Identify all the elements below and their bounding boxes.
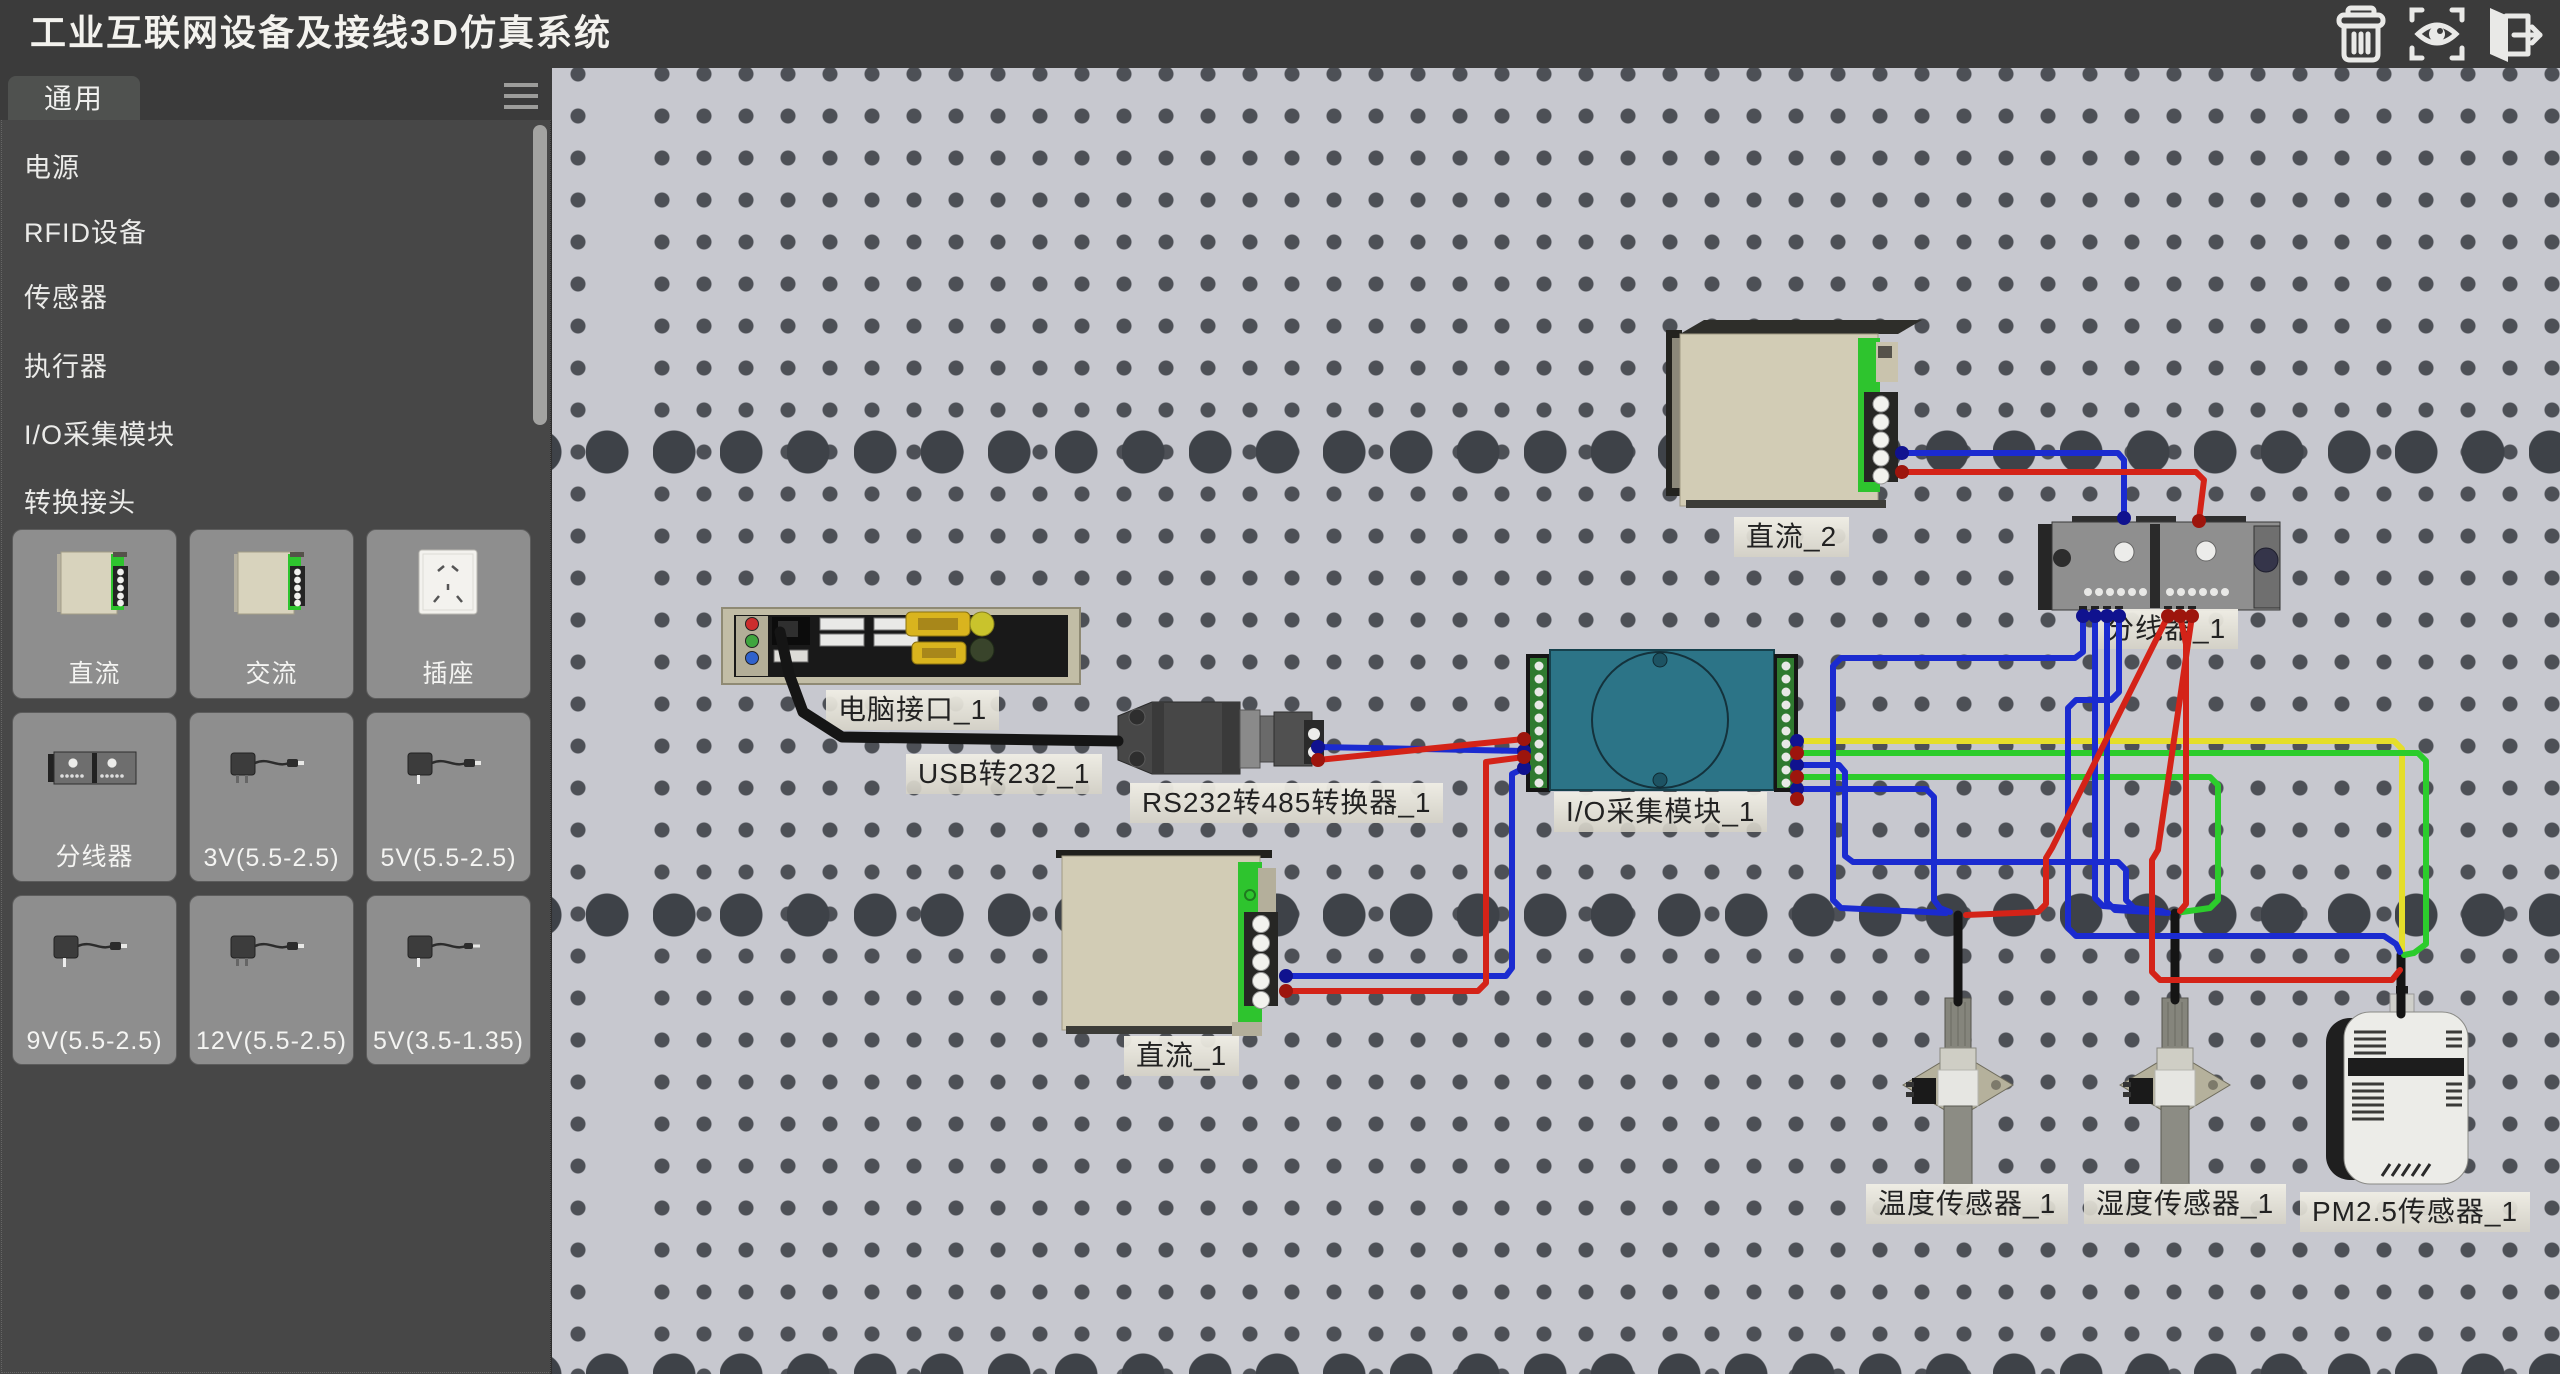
device-label: 温度传感器_1	[1866, 1184, 2068, 1224]
power-adapter-thumbnail	[217, 910, 327, 1000]
device-io-module[interactable]	[1526, 650, 1798, 792]
preview-icon	[2406, 4, 2468, 64]
dc-module-thumbnail	[40, 544, 150, 634]
sidebar-item-io[interactable]: I/O采集模块	[0, 403, 544, 467]
tile-label: 5V(3.5-1.35)	[367, 1027, 530, 1056]
tile-label: 插座	[367, 654, 530, 690]
tile-label: 直流	[13, 654, 176, 690]
tile-adapter-5v-135[interactable]: 5V(3.5-1.35)	[366, 895, 531, 1065]
preview-button[interactable]	[2406, 4, 2468, 64]
tile-label: 分线器	[13, 837, 176, 873]
tile-label: 9V(5.5-2.5)	[13, 1027, 176, 1056]
tile-label: 交流	[190, 654, 353, 690]
tile-dc[interactable]: 直流	[12, 529, 177, 699]
power-adapter-thumbnail	[217, 727, 327, 817]
panel-header: 通用	[0, 68, 552, 120]
tile-label: 3V(5.5-2.5)	[190, 844, 353, 873]
device-pm25-sensor[interactable]	[2326, 986, 2468, 1184]
sidebar-item-adapter[interactable]: 转换接头	[0, 471, 544, 535]
sidebar-scrollbar[interactable]	[533, 125, 547, 425]
tab-general[interactable]: 通用	[8, 76, 140, 120]
device-dc-1[interactable]	[1056, 850, 1278, 1036]
device-temp-sensor[interactable]	[1903, 998, 2013, 1190]
device-dc-2[interactable]	[1666, 320, 1922, 508]
sidebar-item-power[interactable]: 电源	[0, 136, 544, 200]
device-pc-port[interactable]	[722, 608, 1080, 684]
delete-button[interactable]	[2330, 4, 2392, 64]
sidebar-item-rfid[interactable]: RFID设备	[0, 201, 544, 265]
device-label: 电脑接口_1	[826, 690, 999, 730]
component-panel: 通用 电源 RFID设备 传感器 执行器 I/O采集模块 转换接头 直流	[0, 68, 552, 1374]
tile-socket[interactable]: 插座	[366, 529, 531, 699]
device-rs232-485[interactable]	[1118, 702, 1324, 774]
device-label: 分线器_1	[2094, 609, 2238, 649]
title-bar: 工业互联网设备及接线3D仿真系统	[0, 0, 2560, 68]
sidebar-item-actuator[interactable]: 执行器	[0, 335, 544, 399]
sidebar-item-sensor[interactable]: 传感器	[0, 266, 544, 330]
tile-label: 5V(5.5-2.5)	[367, 844, 530, 873]
app-title: 工业互联网设备及接线3D仿真系统	[30, 0, 612, 66]
socket-thumbnail	[394, 544, 504, 634]
exit-icon	[2482, 4, 2544, 64]
exit-button[interactable]	[2482, 4, 2544, 64]
tile-adapter-12v[interactable]: 12V(5.5-2.5)	[189, 895, 354, 1065]
tile-adapter-5v[interactable]: 5V(5.5-2.5)	[366, 712, 531, 882]
tile-adapter-9v[interactable]: 9V(5.5-2.5)	[12, 895, 177, 1065]
power-adapter-thumbnail	[394, 910, 504, 1000]
device-label: RS232转485转换器_1	[1130, 783, 1443, 823]
power-adapter-thumbnail	[40, 910, 150, 1000]
device-label: 直流_1	[1124, 1036, 1239, 1076]
device-label: 直流_2	[1734, 517, 1849, 557]
device-label: USB转232_1	[906, 754, 1102, 794]
tile-ac[interactable]: 交流	[189, 529, 354, 699]
tile-adapter-3v[interactable]: 3V(5.5-2.5)	[189, 712, 354, 882]
device-splitter-1[interactable]	[2038, 516, 2280, 616]
delete-icon	[2330, 4, 2392, 64]
device-label: 湿度传感器_1	[2084, 1184, 2286, 1224]
titlebar-actions	[2330, 2, 2544, 66]
tile-splitter[interactable]: 分线器	[12, 712, 177, 882]
menu-icon[interactable]	[504, 83, 538, 109]
device-humidity-sensor[interactable]	[2120, 998, 2230, 1190]
splitter-thumbnail	[40, 727, 150, 817]
device-label: PM2.5传感器_1	[2300, 1192, 2530, 1232]
device-label: I/O采集模块_1	[1554, 792, 1767, 832]
power-adapter-thumbnail	[394, 727, 504, 817]
ac-module-thumbnail	[217, 544, 327, 634]
tile-label: 12V(5.5-2.5)	[190, 1027, 353, 1056]
